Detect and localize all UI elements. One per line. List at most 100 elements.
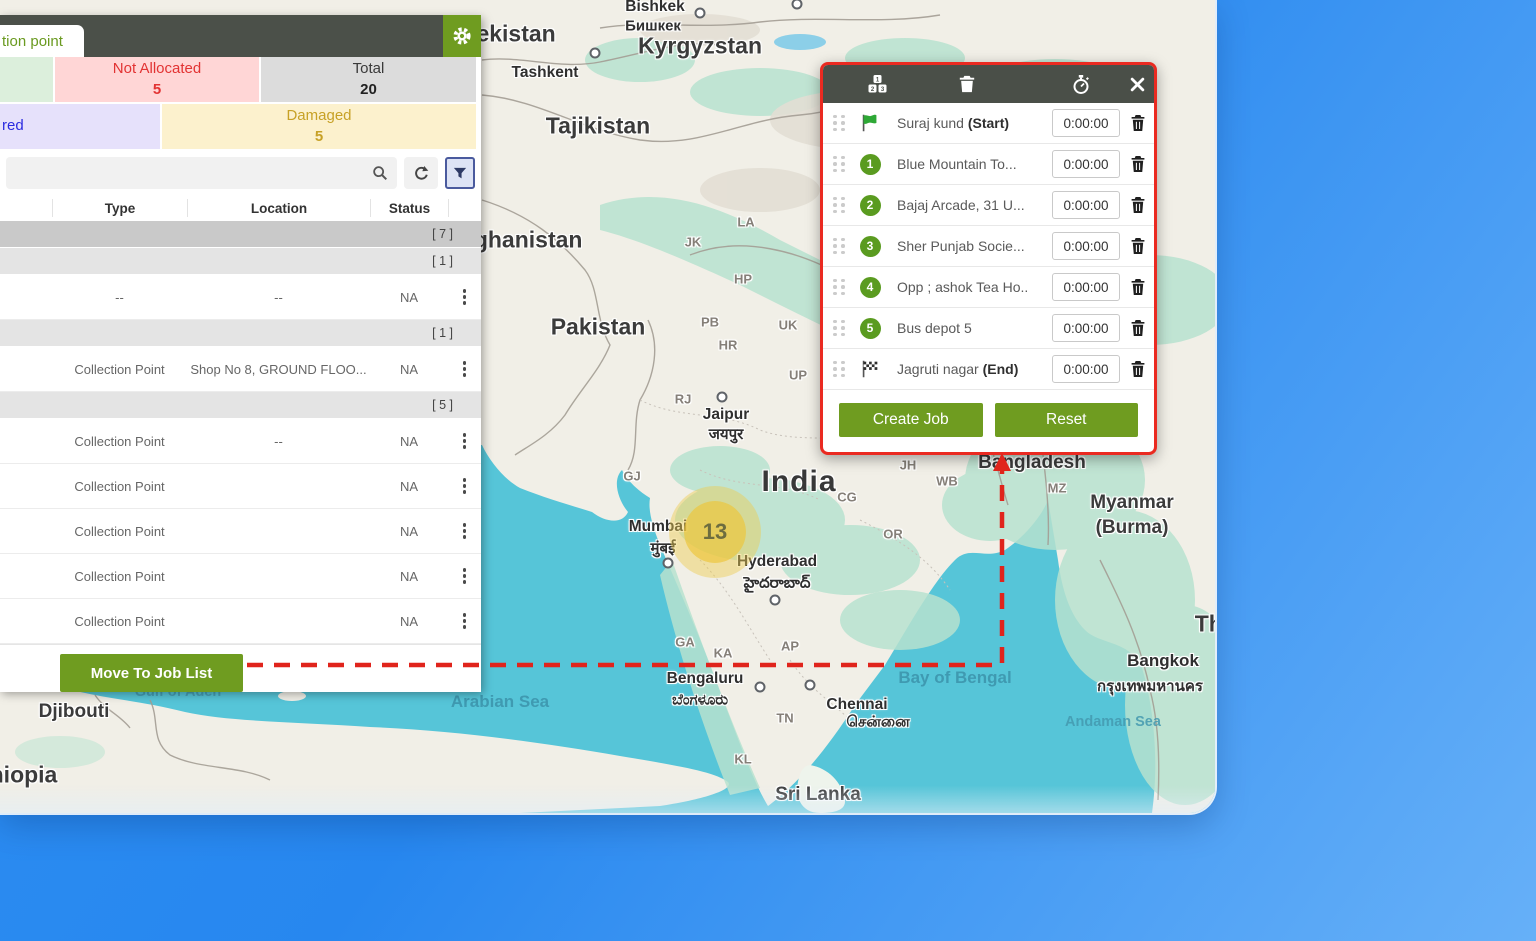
table-row[interactable]: Collection Point NA xyxy=(0,599,481,644)
map-label: Jaipur xyxy=(703,406,750,424)
map-label: Tajikistan xyxy=(546,113,650,140)
stop-number-badge: 1 xyxy=(860,154,881,175)
row-menu-button[interactable] xyxy=(448,361,481,377)
table-header: Type Location Status xyxy=(0,195,481,221)
city-dot xyxy=(590,48,601,59)
stop-row[interactable]: 1 Blue Mountain To... xyxy=(823,144,1154,185)
timer-button[interactable] xyxy=(1069,72,1093,96)
map-label: LA xyxy=(737,215,754,230)
table-row[interactable]: Collection Point NA xyxy=(0,554,481,599)
stop-label: Jagruti nagar (End) xyxy=(885,361,1052,377)
map-label: KA xyxy=(714,646,733,661)
stop-row[interactable]: Suraj kund (Start) xyxy=(823,103,1154,144)
drag-handle-icon[interactable] xyxy=(833,279,845,296)
remove-stop-button[interactable] xyxy=(1130,237,1146,255)
stop-time-input[interactable] xyxy=(1052,232,1120,260)
table-row[interactable]: Collection Point -- NA xyxy=(0,419,481,464)
stop-row[interactable]: 2 Bajaj Arcade, 31 U... xyxy=(823,185,1154,226)
row-menu-button[interactable] xyxy=(448,289,481,305)
drag-handle-icon[interactable] xyxy=(833,115,845,132)
stop-time-input[interactable] xyxy=(1052,191,1120,219)
map-label: Kyrgyzstan xyxy=(638,33,762,60)
stop-time-input[interactable] xyxy=(1052,150,1120,178)
numbered-blocks-button[interactable]: 123 xyxy=(865,72,889,96)
close-panel-button[interactable] xyxy=(1125,72,1149,96)
row-menu-button[interactable] xyxy=(448,523,481,539)
clear-all-button[interactable] xyxy=(955,72,979,96)
drag-handle-icon[interactable] xyxy=(833,320,845,337)
trash-icon xyxy=(1130,155,1146,173)
stop-time-input[interactable] xyxy=(1052,355,1120,383)
stop-row[interactable]: Jagruti nagar (End) xyxy=(823,349,1154,390)
row-menu-button[interactable] xyxy=(448,568,481,584)
cluster-count: 13 xyxy=(703,519,727,545)
cell-type: Collection Point xyxy=(52,362,187,377)
cell-type: Collection Point xyxy=(52,479,187,494)
table-row[interactable]: Collection Point Shop No 8, GROUND FLOO.… xyxy=(0,347,481,392)
drag-handle-icon[interactable] xyxy=(833,361,845,378)
lake-issyk-kul xyxy=(774,34,826,50)
stop-time-input[interactable] xyxy=(1052,314,1120,342)
row-menu-button[interactable] xyxy=(448,433,481,449)
search-input[interactable] xyxy=(6,157,371,189)
stop-row[interactable]: 3 Sher Punjab Socie... xyxy=(823,226,1154,267)
stop-number-badge: 3 xyxy=(860,236,881,257)
drag-handle-icon[interactable] xyxy=(833,238,845,255)
search-box xyxy=(6,157,397,189)
map-cluster-marker[interactable]: 13 xyxy=(684,501,746,563)
stop-marker: 5 xyxy=(855,318,885,339)
table-row[interactable]: Collection Point NA xyxy=(0,509,481,554)
reset-button[interactable]: Reset xyxy=(995,403,1139,437)
row-menu-button[interactable] xyxy=(448,613,481,629)
map-label: Mumbai xyxy=(629,518,688,536)
filter-button[interactable] xyxy=(445,157,475,189)
remove-stop-button[interactable] xyxy=(1130,114,1146,132)
tab-label: tion point xyxy=(2,33,63,50)
table-group-row[interactable]: [ 1 ] xyxy=(0,248,481,275)
remove-stop-button[interactable] xyxy=(1130,278,1146,296)
settings-button[interactable] xyxy=(443,15,481,57)
group-count: [ 1 ] xyxy=(432,326,453,340)
stop-time-input[interactable] xyxy=(1052,273,1120,301)
table-row[interactable]: -- -- NA xyxy=(0,275,481,320)
stats-summary: Not Allocated 5 Total 20 red Damaged 5 xyxy=(0,57,481,151)
stat-damaged: Damaged 5 xyxy=(162,104,476,149)
col-blank xyxy=(0,199,52,217)
cell-type: Collection Point xyxy=(52,524,187,539)
map-label: OR xyxy=(883,527,903,542)
remove-stop-button[interactable] xyxy=(1130,319,1146,337)
map-card: UzbekistanBishkekБишкекKyrgyzstanTashken… xyxy=(0,0,1215,813)
stop-marker: 4 xyxy=(855,277,885,298)
numbered-blocks-icon: 123 xyxy=(866,74,889,94)
stop-row[interactable]: 4 Opp ; ashok Tea Ho.. xyxy=(823,267,1154,308)
row-menu-button[interactable] xyxy=(448,478,481,494)
table-group-row[interactable]: [ 7 ] xyxy=(0,221,481,248)
remove-stop-button[interactable] xyxy=(1130,155,1146,173)
cell-status: NA xyxy=(370,614,448,629)
table-group-row[interactable]: [ 5 ] xyxy=(0,392,481,419)
map-label: HR xyxy=(719,338,738,353)
stop-row[interactable]: 5 Bus depot 5 xyxy=(823,308,1154,349)
move-to-job-list-button[interactable]: Move To Job List xyxy=(60,654,243,692)
city-dot xyxy=(755,682,766,693)
map-label: హైదరాబాద్ xyxy=(744,575,811,596)
drag-handle-icon[interactable] xyxy=(833,156,845,173)
refresh-button[interactable] xyxy=(404,157,438,189)
cell-type: -- xyxy=(52,290,187,305)
table-group-row[interactable]: [ 1 ] xyxy=(0,320,481,347)
table-row[interactable]: Collection Point NA xyxy=(0,464,481,509)
map-label: Ethiopia xyxy=(0,762,57,789)
stop-time-input[interactable] xyxy=(1052,109,1120,137)
group-count: [ 7 ] xyxy=(432,227,453,241)
drag-handle-icon[interactable] xyxy=(833,197,845,214)
not-allocated-value: 5 xyxy=(153,80,161,100)
tab-collection-point[interactable]: tion point xyxy=(0,25,84,57)
map-label: CG xyxy=(837,490,857,505)
refresh-icon xyxy=(413,165,430,182)
remove-stop-button[interactable] xyxy=(1130,196,1146,214)
map-label: JK xyxy=(685,235,702,250)
stops-list: Suraj kund (Start) 1 Blue Mountain To... xyxy=(823,103,1154,390)
create-job-button[interactable]: Create Job xyxy=(839,403,983,437)
remove-stop-button[interactable] xyxy=(1130,360,1146,378)
map-label: जयपुर xyxy=(709,424,744,444)
